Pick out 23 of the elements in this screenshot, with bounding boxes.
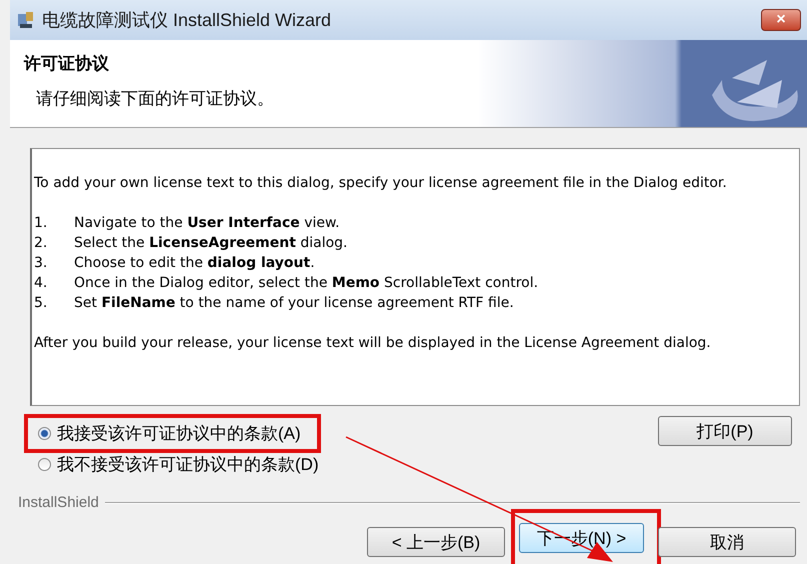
step-number: 1.: [34, 214, 48, 233]
back-button[interactable]: < 上一步(B): [367, 527, 505, 557]
installer-icon: [16, 10, 36, 30]
page-subtitle: 请仔细阅读下面的许可证协议。: [35, 88, 275, 110]
radio-option[interactable]: 我不接受该许可证协议中的条款(D): [38, 453, 319, 476]
brand-label: InstallShield: [18, 494, 99, 511]
step-number: 3.: [34, 254, 48, 273]
step-text: Select the LicenseAgreement dialog.: [74, 234, 348, 253]
page-title: 许可证协议: [24, 53, 110, 75]
step-text: Once in the Dialog editor, select the Memo ScrollableText control.: [74, 274, 538, 293]
radio-option[interactable]: 我接受该许可证协议中的条款(A): [38, 422, 301, 445]
license-intro: To add your own license text to this dialog, specify your license agreement file in the Dialog editor.: [34, 174, 728, 193]
step-text: Choose to edit the dialog layout.: [74, 254, 315, 273]
window-title: 电缆故障测试仪 InstallShield Wizard: [42, 9, 332, 32]
step-number: 4.: [34, 274, 48, 293]
license-text-area[interactable]: [30, 148, 800, 406]
license-outro: After you build your release, your license text will be displayed in the License Agreement dialog.: [34, 334, 712, 353]
cancel-button[interactable]: 取消: [658, 527, 796, 557]
step-text: Navigate to the User Interface view.: [74, 214, 340, 233]
step-number: 5.: [34, 294, 48, 313]
step-text: Set FileName to the name of your license agreement RTF file.: [74, 294, 514, 313]
step-number: 2.: [34, 234, 48, 253]
print-button[interactable]: 打印(P): [658, 416, 792, 446]
